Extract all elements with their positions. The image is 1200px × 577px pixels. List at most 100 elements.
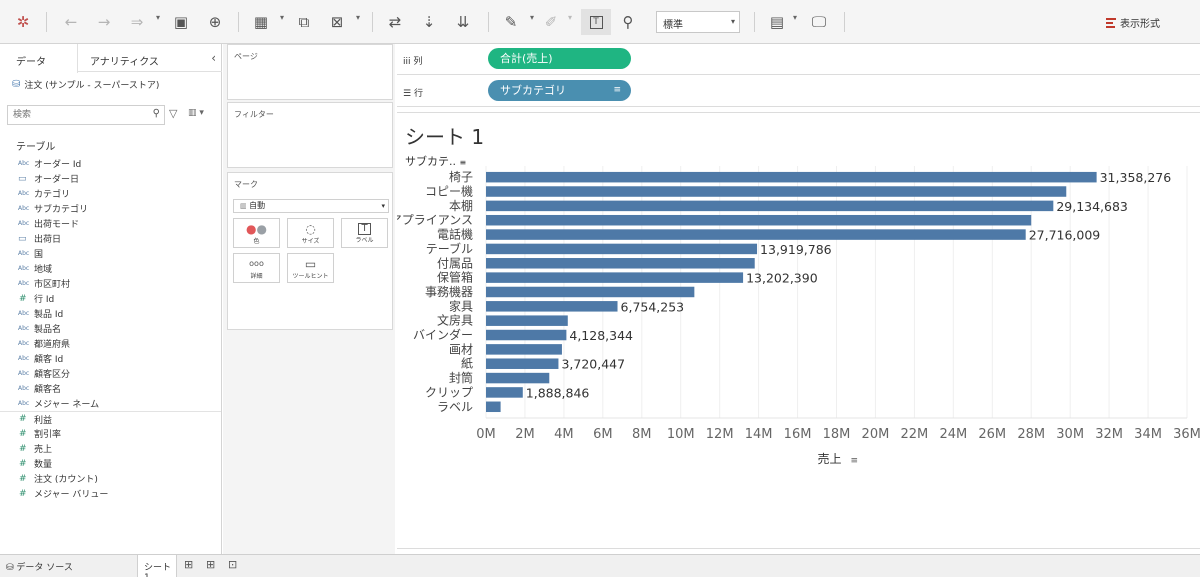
undo-icon[interactable]: ← xyxy=(60,9,82,35)
bar[interactable] xyxy=(486,301,618,312)
search-box[interactable]: ⚲ xyxy=(7,105,165,125)
field-item[interactable]: Abc 市区町村 xyxy=(0,276,221,291)
new-worksheet-icon[interactable]: ⊞ xyxy=(184,558,193,571)
bar[interactable] xyxy=(486,344,562,355)
swap-rows-columns-icon[interactable]: ⇄ xyxy=(384,9,406,35)
row-header[interactable]: サブカテ.. ≡ xyxy=(405,153,466,169)
size-button[interactable]: ◌ サイズ xyxy=(287,218,334,248)
field-item[interactable]: Abc メジャー ネーム xyxy=(0,396,221,411)
field-item[interactable]: # メジャー バリュー xyxy=(0,486,221,501)
field-item[interactable]: Abc サブカテゴリ xyxy=(0,201,221,216)
clear-sheet-dropdown-icon[interactable]: ▾ xyxy=(356,13,360,22)
fix-axes-icon[interactable]: ⚲ xyxy=(617,9,639,35)
rows-pill[interactable]: サブカテゴリ ≡ xyxy=(488,80,631,101)
field-item[interactable]: # 割引率 xyxy=(0,426,221,441)
field-item[interactable]: # 注文 (カウント) xyxy=(0,471,221,486)
field-item[interactable]: Abc 国 xyxy=(0,246,221,261)
color-button[interactable]: ●● 色 xyxy=(233,218,280,248)
pages-card[interactable]: ページ xyxy=(227,44,393,100)
data-pane-tabs: データ アナリティクス ‹ xyxy=(0,44,222,73)
show-labels-icon[interactable]: T xyxy=(581,9,611,35)
sort-icon[interactable]: ≡ xyxy=(460,158,467,167)
show-cards-dropdown-icon[interactable]: ▾ xyxy=(793,13,797,22)
filters-card[interactable]: フィルター xyxy=(227,102,393,168)
highlight-icon[interactable]: ✎ xyxy=(500,9,522,35)
replay-icon[interactable]: ⇒ xyxy=(126,9,148,35)
field-item[interactable]: ▭ 出荷日 xyxy=(0,231,221,246)
new-story-icon[interactable]: ⊡ xyxy=(228,558,237,571)
datasource-item[interactable]: ⛁ 注文 (サンプル - スーパーストア) xyxy=(12,78,159,91)
bar[interactable] xyxy=(486,286,695,298)
new-worksheet-dropdown-icon[interactable]: ▾ xyxy=(280,13,284,22)
field-item[interactable]: Abc オーダー Id xyxy=(0,156,221,171)
field-item[interactable]: Abc 顧客区分 xyxy=(0,366,221,381)
tooltip-button[interactable]: ▭ ツールヒント xyxy=(287,253,334,283)
bar[interactable] xyxy=(486,272,744,283)
bar[interactable] xyxy=(486,372,550,384)
fit-select[interactable]: 標準 ▾ xyxy=(656,11,740,33)
bar[interactable] xyxy=(486,358,559,369)
save-icon[interactable]: ▣ xyxy=(170,9,192,35)
sort-descending-icon[interactable]: ⇊ xyxy=(452,9,474,35)
presentation-mode-icon[interactable]: 🖵 xyxy=(808,9,830,35)
filter-icon[interactable]: ▽ xyxy=(169,107,177,120)
bar[interactable] xyxy=(486,229,1026,240)
duplicate-sheet-icon[interactable]: ⧉ xyxy=(293,9,315,35)
field-item[interactable]: Abc 製品名 xyxy=(0,321,221,336)
new-datasource-icon[interactable]: ⊕ xyxy=(204,9,226,35)
replay-dropdown-icon[interactable]: ▾ xyxy=(156,13,160,22)
bar[interactable] xyxy=(486,171,1097,183)
bar[interactable] xyxy=(486,387,523,398)
rows-shelf[interactable]: ☰ 行 サブカテゴリ ≡ xyxy=(397,76,1200,107)
field-item[interactable]: Abc 顧客名 xyxy=(0,381,221,396)
field-item[interactable]: # 利益 xyxy=(0,411,221,426)
field-item[interactable]: Abc 顧客 Id xyxy=(0,351,221,366)
clear-sheet-icon[interactable]: ⊠ xyxy=(326,9,348,35)
bar[interactable] xyxy=(486,200,1054,212)
field-item[interactable]: # 数量 xyxy=(0,456,221,471)
group-icon[interactable]: ✐ xyxy=(540,9,562,35)
collapse-pane-icon[interactable]: ‹ xyxy=(211,51,216,65)
columns-pill[interactable]: 合計(売上) xyxy=(488,48,631,69)
string-type-icon: Abc xyxy=(18,280,30,287)
view-options-icon[interactable]: ▥ ▾ xyxy=(188,108,204,118)
toolbar-divider xyxy=(844,12,845,32)
tableau-logo-icon[interactable]: ✲ xyxy=(12,9,34,35)
highlight-dropdown-icon[interactable]: ▾ xyxy=(530,13,534,22)
show-me-icon xyxy=(1106,17,1116,28)
bar[interactable] xyxy=(486,401,501,413)
new-worksheet-icon[interactable]: ▦ xyxy=(250,9,272,35)
show-cards-icon[interactable]: ▤ xyxy=(766,9,788,35)
field-item[interactable]: # 売上 xyxy=(0,441,221,456)
new-dashboard-icon[interactable]: ⊞ xyxy=(206,558,215,571)
field-item[interactable]: Abc 地域 xyxy=(0,261,221,276)
redo-icon[interactable]: → xyxy=(93,9,115,35)
field-item[interactable]: ▭ オーダー日 xyxy=(0,171,221,186)
x-tick-label: 30M xyxy=(1056,427,1084,442)
bar[interactable] xyxy=(486,258,755,269)
search-input[interactable] xyxy=(8,106,138,124)
field-item[interactable]: Abc 製品 Id xyxy=(0,306,221,321)
field-item[interactable]: Abc 出荷モード xyxy=(0,216,221,231)
field-item[interactable]: Abc 都道府県 xyxy=(0,336,221,351)
sort-ascending-icon[interactable]: ⇣ xyxy=(418,9,440,35)
columns-shelf[interactable]: iii 列 合計(売上) xyxy=(397,44,1200,75)
sheet-tab[interactable]: シート 1 xyxy=(137,555,177,577)
tab-data[interactable]: データ xyxy=(0,44,78,73)
sheet-title[interactable]: シート 1 xyxy=(405,121,484,150)
label-button[interactable]: T ラベル xyxy=(341,218,388,248)
bar[interactable] xyxy=(486,243,758,255)
field-item[interactable]: Abc カテゴリ xyxy=(0,186,221,201)
tab-analytics[interactable]: アナリティクス xyxy=(90,44,159,72)
group-dropdown-icon[interactable]: ▾ xyxy=(568,13,572,22)
detail-button[interactable]: ooo 詳細 xyxy=(233,253,280,283)
field-item[interactable]: # 行 Id xyxy=(0,291,221,306)
bar[interactable] xyxy=(486,315,568,326)
datasource-tab[interactable]: ⛁ データ ソース xyxy=(6,560,73,573)
bar[interactable] xyxy=(486,329,567,341)
mark-type-select[interactable]: ▥ 自動 ▾ xyxy=(233,199,389,213)
bar[interactable] xyxy=(486,214,1032,226)
bar[interactable] xyxy=(486,186,1067,197)
show-me-button[interactable]: 表示形式 xyxy=(1106,15,1160,30)
rows-shelf-label: ☰ 行 xyxy=(403,86,483,99)
